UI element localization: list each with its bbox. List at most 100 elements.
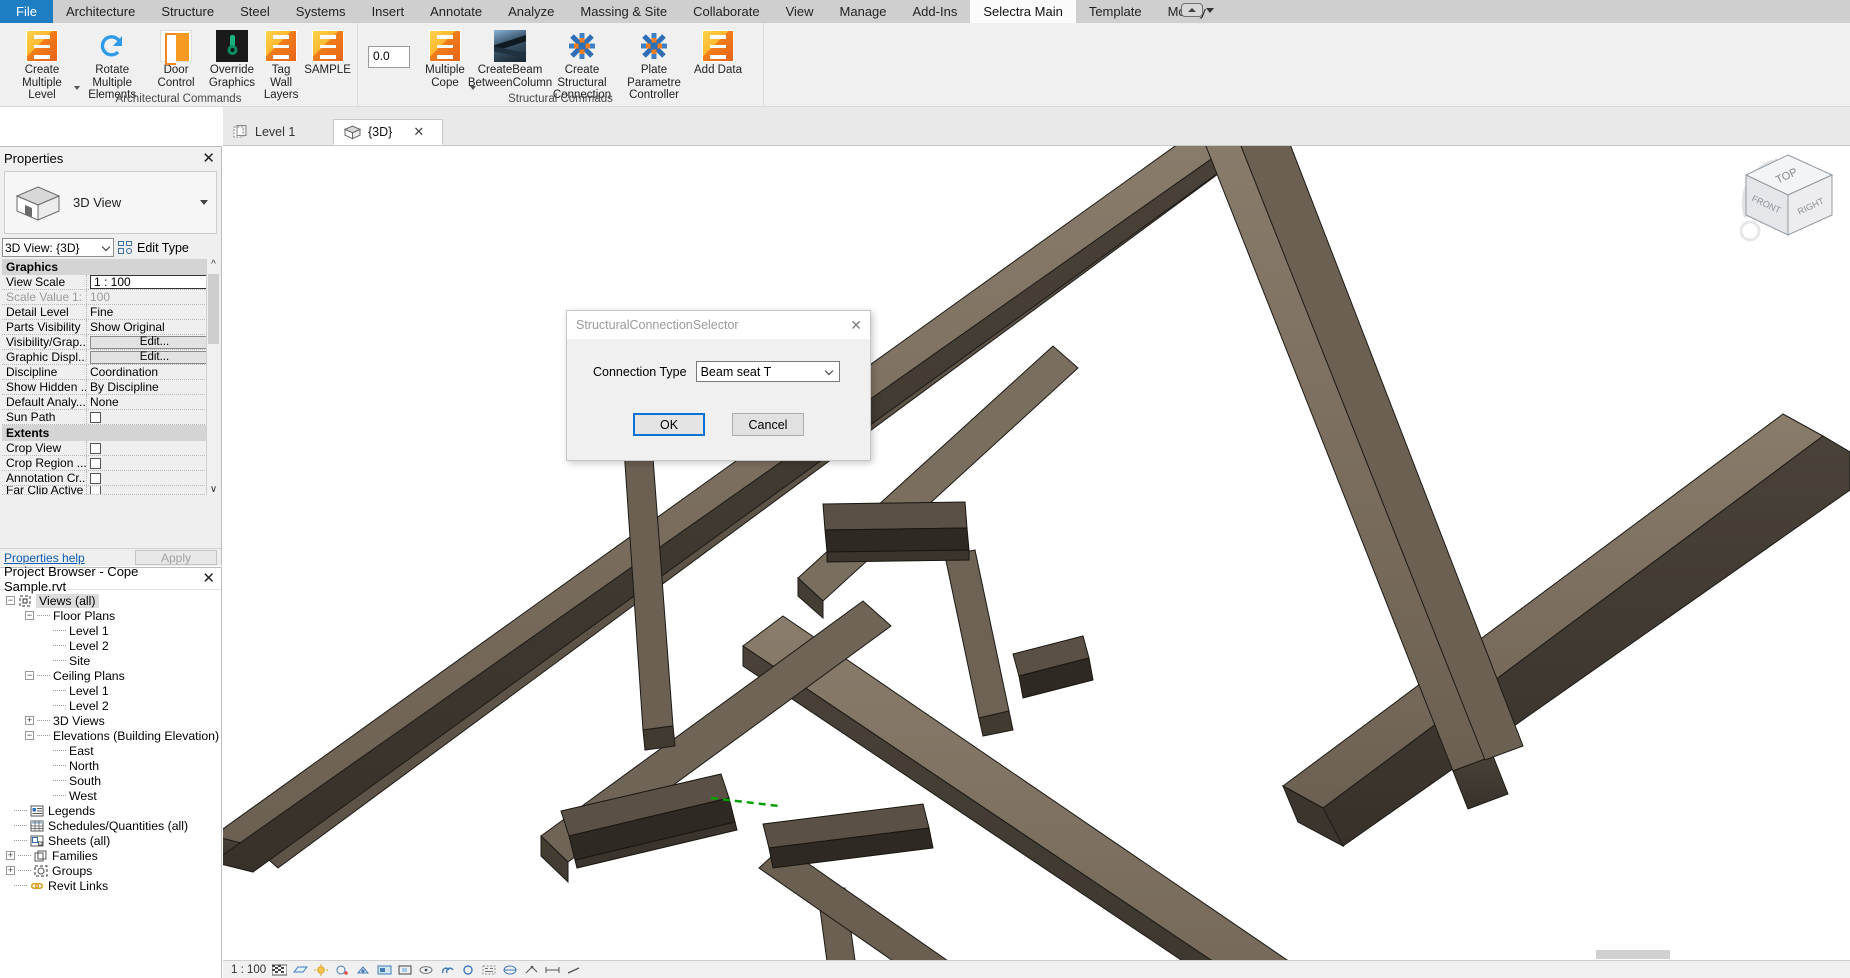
- temporary-hide-isolate-icon[interactable]: [461, 964, 476, 976]
- tree-item-ceiling-level-1[interactable]: Level 1: [6, 683, 221, 698]
- tree-item-elevation-north[interactable]: North: [6, 758, 221, 773]
- temporary-view-properties-icon[interactable]: [503, 964, 518, 976]
- property-value[interactable]: By Discipline: [86, 380, 219, 394]
- property-value[interactable]: Fine: [86, 305, 219, 319]
- tab-add-ins[interactable]: Add-Ins: [900, 0, 971, 23]
- annotation-crop-checkbox[interactable]: [90, 472, 101, 484]
- property-row-crop-region-visible[interactable]: Crop Region ...: [2, 456, 219, 471]
- tree-item-ceiling-level-2[interactable]: Level 2: [6, 698, 221, 713]
- sun-path-icon[interactable]: [314, 963, 329, 976]
- property-row-show-hidden-lines[interactable]: Show Hidden ... By Discipline: [2, 380, 219, 395]
- properties-section-extents[interactable]: Extents ^: [2, 425, 219, 441]
- close-icon[interactable]: ✕: [202, 571, 215, 586]
- property-value[interactable]: Coordination: [86, 365, 219, 379]
- offset-value-input[interactable]: 0.0: [368, 45, 410, 68]
- tree-item-floor-level-1[interactable]: Level 1: [6, 623, 221, 638]
- tab-systems[interactable]: Systems: [283, 0, 359, 23]
- property-row-view-scale[interactable]: View Scale 1 : 100: [2, 275, 219, 290]
- property-value[interactable]: Show Original: [86, 320, 219, 334]
- tab-manage[interactable]: Manage: [827, 0, 900, 23]
- tab-annotate[interactable]: Annotate: [417, 0, 495, 23]
- 3d-view-canvas[interactable]: [223, 146, 1850, 960]
- tab-insert[interactable]: Insert: [359, 0, 418, 23]
- crop-view-checkbox[interactable]: [90, 442, 101, 454]
- scroll-down-icon[interactable]: ∨: [210, 484, 217, 495]
- analytical-model-icon[interactable]: [524, 964, 539, 976]
- collapse-ribbon-icon[interactable]: [1181, 3, 1203, 17]
- tree-item-groups[interactable]: + Groups: [6, 863, 221, 878]
- expand-toggle-icon[interactable]: +: [25, 716, 34, 725]
- tab-collaborate[interactable]: Collaborate: [680, 0, 773, 23]
- chevron-down-icon[interactable]: [1206, 7, 1214, 13]
- collapse-toggle-icon[interactable]: −: [25, 671, 34, 680]
- property-row-annotation-crop[interactable]: Annotation Cr...: [2, 471, 219, 486]
- view-scale-status[interactable]: 1 : 100: [231, 964, 266, 976]
- tree-item-floor-plans[interactable]: − Floor Plans: [6, 608, 221, 623]
- tab-template[interactable]: Template: [1076, 0, 1155, 23]
- view-tab-3d[interactable]: {3D} ✕: [333, 119, 443, 145]
- scroll-up-icon[interactable]: ^: [211, 259, 216, 270]
- property-row-sun-path[interactable]: Sun Path: [2, 410, 219, 425]
- crop-view-icon[interactable]: [398, 964, 413, 976]
- rendering-settings-icon[interactable]: [356, 964, 371, 976]
- visual-style-icon[interactable]: [293, 964, 309, 976]
- shadows-icon[interactable]: [335, 964, 350, 976]
- scrollbar-thumb[interactable]: [208, 274, 219, 344]
- collapse-toggle-icon[interactable]: −: [25, 611, 34, 620]
- tree-item-3d-views[interactable]: + 3D Views: [6, 713, 221, 728]
- chevron-down-icon[interactable]: [200, 200, 208, 205]
- view-scale-input[interactable]: 1 : 100: [90, 275, 219, 289]
- unlock-3d-view-icon[interactable]: [440, 964, 455, 976]
- close-icon[interactable]: ✕: [413, 124, 424, 140]
- tree-item-ceiling-plans[interactable]: − Ceiling Plans: [6, 668, 221, 683]
- close-icon[interactable]: ✕: [850, 317, 862, 334]
- collapse-toggle-icon[interactable]: −: [6, 596, 15, 605]
- tree-item-site[interactable]: Site: [6, 653, 221, 668]
- cancel-button[interactable]: Cancel: [732, 413, 804, 436]
- tab-structure[interactable]: Structure: [148, 0, 227, 23]
- property-row-visibility-graphics[interactable]: Visibility/Grap... Edit...: [2, 335, 219, 350]
- detail-level-icon[interactable]: [272, 964, 288, 976]
- tree-item-elevations[interactable]: − Elevations (Building Elevation): [6, 728, 221, 743]
- tree-item-schedules-quantities[interactable]: Schedules/Quantities (all): [6, 818, 221, 833]
- close-icon[interactable]: ✕: [202, 151, 215, 166]
- constraints-icon[interactable]: [545, 964, 560, 976]
- tab-selectra-main[interactable]: Selectra Main: [970, 0, 1076, 23]
- property-row-detail-level[interactable]: Detail Level Fine: [2, 305, 219, 320]
- properties-scrollbar[interactable]: ^ ∨: [206, 259, 220, 495]
- edit-type-button[interactable]: Edit Type: [118, 240, 189, 255]
- worksharing-display-icon[interactable]: [566, 964, 581, 976]
- visibility-graphics-edit-button[interactable]: Edit...: [90, 335, 219, 349]
- property-row-crop-view[interactable]: Crop View: [2, 441, 219, 456]
- collapse-toggle-icon[interactable]: −: [25, 731, 34, 740]
- tree-item-legends[interactable]: Legends: [6, 803, 221, 818]
- tab-analyze[interactable]: Analyze: [495, 0, 567, 23]
- tab-file[interactable]: File: [0, 0, 53, 23]
- show-render-dialog-icon[interactable]: [377, 964, 392, 976]
- tree-item-views-all[interactable]: − Views (all): [6, 593, 221, 608]
- properties-help-link[interactable]: Properties help: [4, 551, 85, 565]
- property-row-parts-visibility[interactable]: Parts Visibility Show Original: [2, 320, 219, 335]
- tree-item-elevation-south[interactable]: South: [6, 773, 221, 788]
- structural-connection-selector-dialog[interactable]: StructuralConnectionSelector ✕ Connectio…: [566, 310, 871, 461]
- graphic-display-edit-button[interactable]: Edit...: [90, 350, 219, 364]
- reveal-hidden-elements-icon[interactable]: [482, 964, 497, 976]
- tab-steel[interactable]: Steel: [227, 0, 283, 23]
- view-cube[interactable]: TOP FRONT RIGHT: [1726, 135, 1846, 255]
- type-selector-dropdown[interactable]: 3D View: {3D}: [2, 238, 114, 257]
- tree-item-revit-links[interactable]: Revit Links: [6, 878, 221, 893]
- view-tab-level-1[interactable]: Level 1: [223, 119, 333, 145]
- ok-button[interactable]: OK: [633, 413, 705, 436]
- connection-type-dropdown[interactable]: Beam seat T: [695, 361, 840, 382]
- tree-item-families[interactable]: + Families: [6, 848, 221, 863]
- ribbon-collapse-control[interactable]: [1181, 3, 1214, 17]
- tree-item-sheets[interactable]: Sheets (all): [6, 833, 221, 848]
- tree-item-elevation-west[interactable]: West: [6, 788, 221, 803]
- tab-architecture[interactable]: Architecture: [53, 0, 148, 23]
- property-row-default-analysis[interactable]: Default Analy... None: [2, 395, 219, 410]
- expand-toggle-icon[interactable]: +: [6, 851, 15, 860]
- horizontal-scrollbar-thumb[interactable]: [1596, 950, 1670, 959]
- tab-view[interactable]: View: [773, 0, 827, 23]
- property-value[interactable]: None: [86, 395, 219, 409]
- far-clip-active-checkbox[interactable]: [90, 486, 101, 494]
